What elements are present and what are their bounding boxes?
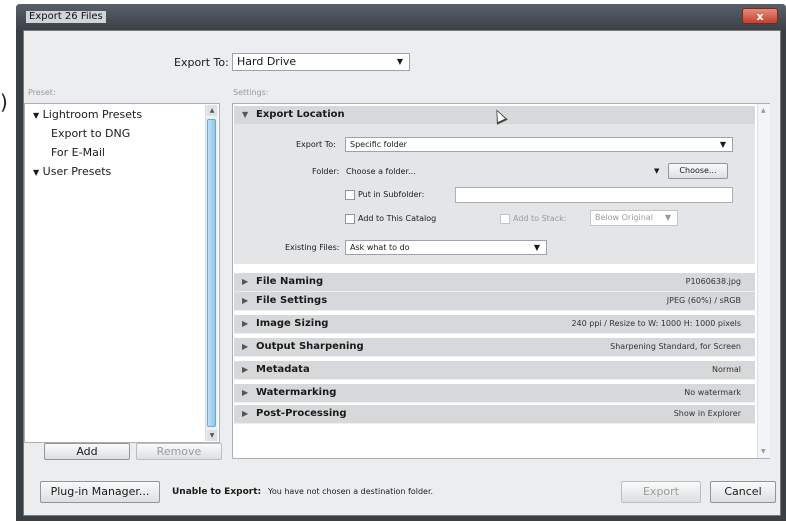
export-to-dropdown[interactable]: Hard Drive ▼ [232, 53, 410, 71]
status-title: Unable to Export: [172, 487, 262, 497]
preset-folder-user[interactable]: ▼ User Presets [33, 165, 111, 178]
section-image-sizing[interactable]: ▶ Image Sizing 240 ppi / Resize to W: 10… [234, 315, 755, 334]
status-message: You have not chosen a destination folder… [268, 487, 434, 496]
section-file-naming[interactable]: ▶ File Naming P1060638.jpg [234, 273, 755, 292]
settings-scrollbar[interactable]: ▲ ▼ [757, 104, 770, 458]
location-export-to-label: Export To: [296, 140, 336, 149]
triangle-right-icon: ▶ [242, 342, 249, 351]
add-to-catalog-label: Add to This Catalog [358, 214, 437, 223]
scroll-up-icon[interactable]: ▲ [761, 107, 766, 114]
subfolder-checkbox[interactable] [345, 190, 355, 200]
folder-value[interactable]: Choose a folder... [346, 167, 416, 176]
triangle-right-icon: ▶ [242, 277, 249, 286]
add-to-stack-label: Add to Stack: [513, 214, 567, 223]
triangle-down-icon: ▼ [33, 168, 40, 177]
existing-files-dropdown[interactable]: Ask what to do ▼ [345, 240, 547, 255]
triangle-down-icon: ▼ [242, 110, 249, 119]
scrollbar-thumb[interactable] [207, 119, 216, 427]
triangle-right-icon: ▶ [242, 296, 249, 305]
chevron-down-icon: ▼ [533, 243, 540, 252]
folder-label: Folder: [312, 167, 340, 176]
settings-label: Settings: [233, 88, 269, 97]
scroll-up-icon[interactable]: ▲ [207, 105, 217, 116]
section-output-sharpening[interactable]: ▶ Output Sharpening Sharpening Standard,… [234, 338, 755, 357]
cancel-button[interactable]: Cancel [710, 481, 776, 503]
scroll-down-icon[interactable]: ▼ [207, 430, 217, 441]
subfolder-input[interactable] [455, 187, 733, 203]
triangle-right-icon: ▶ [242, 319, 249, 328]
preset-item-for-email[interactable]: For E-Mail [51, 146, 105, 159]
chevron-down-icon: ▼ [719, 140, 726, 149]
subfolder-label: Put in Subfolder: [358, 190, 425, 199]
chevron-down-icon: ▼ [396, 57, 403, 66]
add-to-stack-checkbox[interactable] [500, 214, 510, 224]
scroll-down-icon[interactable]: ▼ [761, 448, 766, 455]
remove-preset-button[interactable]: Remove [136, 443, 222, 460]
triangle-right-icon: ▶ [242, 388, 249, 397]
section-watermarking[interactable]: ▶ Watermarking No watermark [234, 384, 755, 403]
stack-position-dropdown[interactable]: Below Original ▼ [590, 210, 678, 226]
export-button[interactable]: Export [621, 481, 701, 503]
close-button[interactable]: x [742, 8, 778, 24]
preset-label: Preset: [28, 88, 56, 97]
preset-item-export-to-dng[interactable]: Export to DNG [51, 127, 130, 140]
section-metadata[interactable]: ▶ Metadata Normal [234, 361, 755, 380]
add-to-catalog-checkbox[interactable] [345, 214, 355, 224]
existing-files-label: Existing Files: [285, 243, 340, 252]
export-to-value: Hard Drive [237, 55, 297, 68]
location-export-to-dropdown[interactable]: Specific folder ▼ [345, 137, 733, 152]
export-to-label: Export To: [174, 56, 229, 69]
chevron-down-icon[interactable]: ▼ [654, 167, 659, 175]
triangle-right-icon: ▶ [242, 409, 249, 418]
triangle-right-icon: ▶ [242, 365, 249, 374]
chevron-down-icon: ▼ [664, 213, 671, 222]
preset-scrollbar[interactable]: ▲ ▼ [205, 105, 218, 441]
window-title: Export 26 Files [26, 11, 106, 23]
section-file-settings[interactable]: ▶ File Settings JPEG (60%) / sRGB [234, 292, 755, 311]
choose-folder-button[interactable]: Choose... [668, 163, 728, 179]
add-preset-button[interactable]: Add [44, 443, 130, 460]
preset-list[interactable]: ▼ Lightroom Presets Export to DNG For E-… [24, 103, 220, 443]
title-bar[interactable]: Export 26 Files x [16, 4, 786, 30]
section-post-processing[interactable]: ▶ Post-Processing Show in Explorer [234, 405, 755, 424]
plugin-manager-button[interactable]: Plug-in Manager... [40, 481, 160, 503]
preset-folder-lightroom[interactable]: ▼ Lightroom Presets [33, 108, 142, 121]
background-edge-text: ) [0, 90, 8, 114]
triangle-down-icon: ▼ [33, 111, 40, 120]
